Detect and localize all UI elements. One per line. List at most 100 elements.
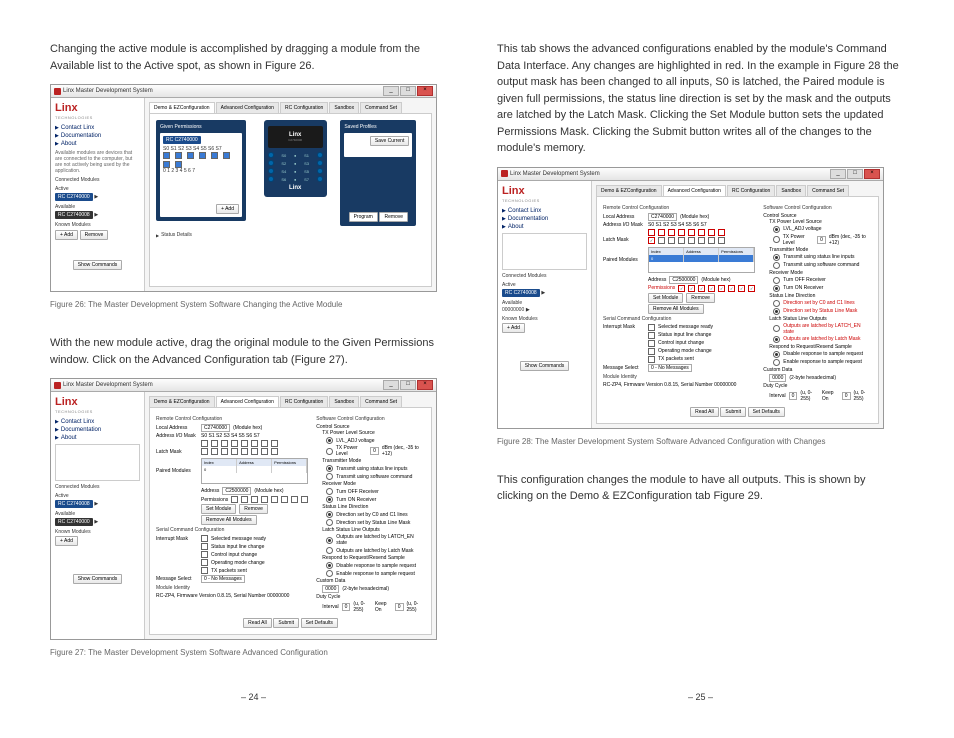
custom-data-input[interactable]: 0000 [322, 585, 339, 593]
perm-checkbox-changed[interactable] [678, 285, 685, 292]
program-button[interactable]: Program [349, 212, 378, 222]
paired-addr-value[interactable]: C2500000 [222, 487, 251, 495]
txpl-radio[interactable] [326, 448, 332, 455]
perm-checkbox[interactable] [163, 152, 170, 159]
interval-input[interactable]: 0 [342, 603, 351, 611]
set-defaults-button[interactable]: Set Defaults [748, 407, 785, 417]
txpls-radio[interactable] [326, 437, 333, 444]
tab-commandset[interactable]: Command Set [360, 102, 402, 113]
module-chip-available[interactable]: RC C2740008 [55, 211, 93, 219]
sidebar-link-contact[interactable]: Contact Linx [502, 208, 587, 214]
txpl-input[interactable]: 0 [370, 447, 379, 455]
sidebar-link-contact[interactable]: Contact Linx [55, 125, 140, 131]
int-checkbox[interactable] [201, 535, 208, 542]
close-button[interactable]: × [864, 169, 880, 179]
remove-profile-button[interactable]: Remove [379, 212, 408, 222]
pin-led[interactable] [317, 176, 323, 182]
add-button[interactable]: + Add [502, 323, 525, 333]
tab-demo[interactable]: Demo & EZConfiguration [596, 185, 662, 196]
sidebar-link-about[interactable]: About [55, 141, 140, 147]
tab-commandset[interactable]: Command Set [807, 185, 849, 196]
sidebar-link-docs[interactable]: Documentation [55, 427, 140, 433]
sidebar-link-about[interactable]: About [502, 224, 587, 230]
play-icon[interactable]: ▶ [94, 194, 98, 200]
tab-rc[interactable]: RC Configuration [727, 185, 775, 196]
pin-led[interactable] [317, 168, 323, 174]
tab-demo[interactable]: Demo & EZConfiguration [149, 102, 215, 113]
module-chip-active[interactable]: RC C2740000 [55, 193, 93, 201]
sld-radio[interactable] [326, 519, 333, 526]
perm-checkbox[interactable] [211, 152, 218, 159]
perm-checkbox[interactable] [199, 152, 206, 159]
sld-radio-changed[interactable] [773, 300, 780, 307]
perm-checkbox[interactable] [175, 161, 182, 168]
set-module-button[interactable]: Set Module [201, 504, 236, 514]
pin-led[interactable] [268, 176, 274, 182]
tx-radio[interactable] [326, 473, 333, 480]
msg-select-dropdown[interactable]: 0 - No Messages [201, 575, 245, 583]
read-all-button[interactable]: Read All [690, 407, 719, 417]
sidebar-link-about[interactable]: About [55, 435, 140, 441]
close-button[interactable]: × [417, 86, 433, 96]
sidebar-link-docs[interactable]: Documentation [502, 216, 587, 222]
set-defaults-button[interactable]: Set Defaults [301, 618, 338, 628]
mask-checkbox[interactable] [201, 440, 208, 447]
keepon-input[interactable]: 0 [395, 603, 404, 611]
sidebar-link-docs[interactable]: Documentation [55, 133, 140, 139]
lslo-radio[interactable] [326, 547, 333, 554]
lslo-radio[interactable] [326, 537, 333, 544]
close-button[interactable]: × [417, 380, 433, 390]
tab-sandbox[interactable]: Sandbox [329, 102, 359, 113]
perm-checkbox[interactable] [223, 152, 230, 159]
tab-sandbox[interactable]: Sandbox [776, 185, 806, 196]
maximize-button[interactable]: □ [400, 380, 416, 390]
add-perm-button[interactable]: + Add [216, 204, 239, 214]
module-chip[interactable]: RC C2740008 [55, 500, 93, 508]
tab-advanced[interactable]: Advanced Configuration [663, 185, 726, 196]
submit-button[interactable]: Submit [273, 618, 299, 628]
pin-led[interactable] [268, 152, 274, 158]
minimize-button[interactable]: _ [830, 169, 846, 179]
remove-button[interactable]: Remove [80, 230, 109, 240]
tab-rc[interactable]: RC Configuration [280, 102, 328, 113]
save-current-button[interactable]: Save Current [370, 136, 409, 146]
maximize-button[interactable]: □ [400, 86, 416, 96]
tab-rc[interactable]: RC Configuration [280, 396, 328, 407]
show-commands-button[interactable]: Show Commands [73, 574, 122, 584]
row-index[interactable]: 0 [202, 466, 237, 473]
lslo-radio-changed[interactable] [773, 325, 780, 332]
remove-all-button[interactable]: Remove All Modules [648, 304, 704, 314]
tab-sandbox[interactable]: Sandbox [329, 396, 359, 407]
sidebar-link-contact[interactable]: Contact Linx [55, 419, 140, 425]
paired-row-selected[interactable]: 0 [649, 255, 754, 262]
remove-paired-button[interactable]: Remove [686, 293, 715, 303]
play-icon[interactable]: ▶ [94, 212, 98, 218]
msg-select-dropdown[interactable]: 0 - No Messages [648, 364, 692, 372]
show-commands-button[interactable]: Show Commands [73, 260, 122, 270]
perm-checkbox[interactable] [187, 152, 194, 159]
tab-advanced[interactable]: Advanced Configuration [216, 396, 279, 407]
rx-radio[interactable] [326, 496, 333, 503]
tab-advanced[interactable]: Advanced Configuration [216, 102, 279, 113]
perm-module-chip[interactable]: RC C2740000 [163, 136, 201, 144]
remove-paired-button[interactable]: Remove [239, 504, 268, 514]
read-all-button[interactable]: Read All [243, 618, 272, 628]
tab-commandset[interactable]: Command Set [360, 396, 402, 407]
lslo-radio-changed[interactable] [773, 336, 780, 343]
pin-led[interactable] [317, 152, 323, 158]
show-commands-button[interactable]: Show Commands [520, 361, 569, 371]
rrs-radio[interactable] [326, 562, 333, 569]
rrs-radio[interactable] [326, 570, 333, 577]
tab-demo[interactable]: Demo & EZConfiguration [149, 396, 215, 407]
perm-checkbox[interactable] [175, 152, 182, 159]
add-button[interactable]: + Add [55, 536, 78, 546]
status-details-toggle[interactable]: Status Details [156, 232, 425, 238]
tx-radio[interactable] [326, 465, 333, 472]
submit-button[interactable]: Submit [720, 407, 746, 417]
minimize-button[interactable]: _ [383, 86, 399, 96]
set-module-button[interactable]: Set Module [648, 293, 683, 303]
pin-led[interactable] [317, 160, 323, 166]
remove-all-button[interactable]: Remove All Modules [201, 515, 257, 525]
rx-radio[interactable] [326, 488, 333, 495]
sld-radio-changed[interactable] [773, 308, 780, 315]
